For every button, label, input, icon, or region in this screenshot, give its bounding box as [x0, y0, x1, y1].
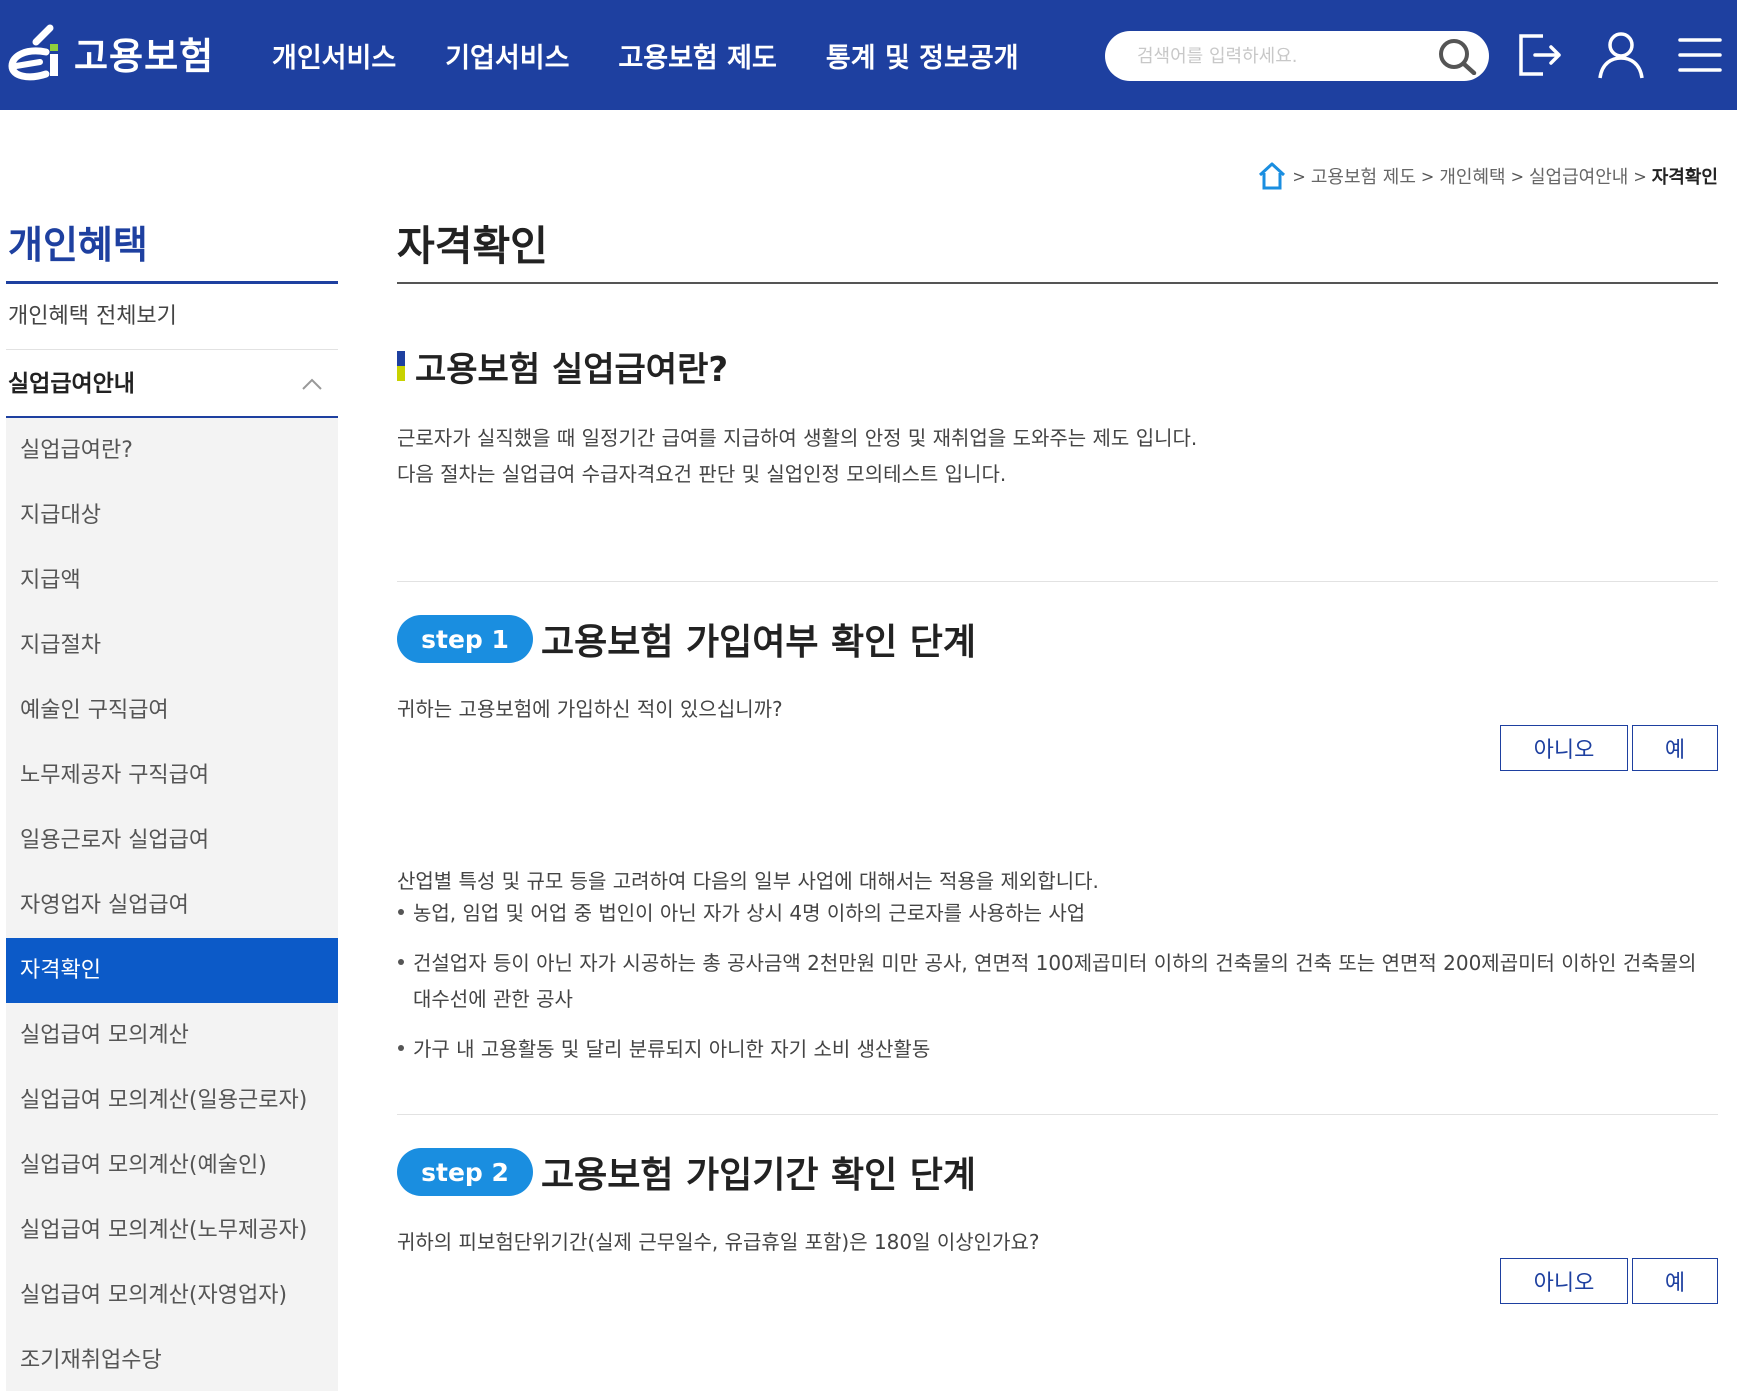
chevron-up-icon [302, 378, 322, 390]
step-1-question: 귀하는 고용보험에 가입하신 적이 있으십니까? [397, 697, 783, 721]
breadcrumb: > 고용보험 제도 > 개인혜택 > 실업급여안내 > 자격확인 [1257, 160, 1718, 192]
page-title: 자격확인 [397, 222, 548, 270]
step-2-no-button[interactable]: 아니오 [1500, 1258, 1628, 1304]
nav-personal-service[interactable]: 개인서비스 [272, 36, 396, 75]
intro-text: 다음 절차는 실업급여 수급자격요건 판단 및 실업인정 모의테스트 입니다. [397, 462, 1007, 486]
divider [397, 1114, 1718, 1115]
sidebar-item-procedure[interactable]: 지급절차 [6, 613, 338, 678]
step-2-yes-button[interactable]: 예 [1632, 1258, 1718, 1304]
section-title: 고용보험 실업급여란? [397, 344, 729, 390]
sidebar-group-unemployment[interactable]: 실업급여안내 [6, 350, 338, 418]
exclusion-note: 산업별 특성 및 규모 등을 고려하여 다음의 일부 사업에 대해서는 적용을 … [397, 869, 1099, 893]
breadcrumb-current: 자격확인 [1651, 167, 1718, 188]
divider [397, 282, 1718, 284]
search-input[interactable] [1137, 39, 1427, 73]
sidebar-item-what-is[interactable]: 실업급여란? [6, 418, 338, 483]
step-title: 고용보험 가입기간 확인 단계 [541, 1155, 977, 1196]
sidebar-item-daily-worker[interactable]: 일용근로자 실업급여 [6, 808, 338, 873]
breadcrumb-item[interactable]: 고용보험 제도 [1311, 163, 1416, 189]
site-logo[interactable]: 고용보험 [6, 18, 214, 88]
step-title: 고용보험 가입여부 확인 단계 [541, 622, 977, 663]
breadcrumb-item[interactable]: 개인혜택 [1439, 163, 1505, 189]
breadcrumb-item[interactable]: 실업급여안내 [1529, 163, 1628, 189]
sidebar-item-self-employed[interactable]: 자영업자 실업급여 [6, 873, 338, 938]
sidebar-item-early-reemployment[interactable]: 조기재취업수당 [6, 1328, 338, 1391]
step-1-yes-button[interactable]: 예 [1632, 725, 1718, 771]
step-2-heading: step 2 고용보험 가입기간 확인 단계 [397, 1148, 976, 1196]
sidebar-item-qualification[interactable]: 자격확인 [6, 938, 338, 1003]
sidebar-item-eligibility[interactable]: 지급대상 [6, 483, 338, 548]
exclusion-bullet: 농업, 임업 및 어업 중 법인이 아닌 자가 상시 4명 이하의 근로자를 사… [397, 895, 1718, 931]
home-icon[interactable] [1257, 161, 1287, 191]
nav-insurance-system[interactable]: 고용보험 제도 [618, 36, 776, 75]
logo-text: 고용보험 [74, 35, 215, 78]
user-icon[interactable] [1594, 28, 1648, 82]
sidebar-item-calc[interactable]: 실업급여 모의계산 [6, 1003, 338, 1068]
hamburger-menu-icon[interactable] [1674, 28, 1728, 82]
sidebar-item-artist[interactable]: 예술인 구직급여 [6, 678, 338, 743]
exclusion-bullet: 건설업자 등이 아닌 자가 시공하는 총 공사금액 2천만원 미만 공사, 연면… [397, 945, 1718, 1017]
nav-business-service[interactable]: 기업서비스 [445, 36, 569, 75]
sidebar-submenu: 실업급여란? 지급대상 지급액 지급절차 예술인 구직급여 노무제공자 구직급여… [6, 418, 338, 1391]
intro-text: 근로자가 실직했을 때 일정기간 급여를 지급하여 생활의 안정 및 재취업을 … [397, 426, 1198, 450]
sidebar-item-labor-provider[interactable]: 노무제공자 구직급여 [6, 743, 338, 808]
step-badge: step 2 [397, 1148, 533, 1196]
sidebar-item-calc-labor[interactable]: 실업급여 모의계산(노무제공자) [6, 1198, 338, 1263]
step-1-no-button[interactable]: 아니오 [1500, 725, 1628, 771]
sidebar-item-all[interactable]: 개인혜택 전체보기 [6, 284, 338, 350]
sidebar-item-calc-self[interactable]: 실업급여 모의계산(자영업자) [6, 1263, 338, 1328]
chevron-right-icon: > [1633, 166, 1647, 186]
sidebar-item-calc-artist[interactable]: 실업급여 모의계산(예술인) [6, 1133, 338, 1198]
exclusion-bullet: 가구 내 고용활동 및 달리 분류되지 아니한 자기 소비 생산활동 [397, 1031, 1718, 1067]
step-badge: step 1 [397, 615, 533, 663]
sidebar-group-label: 실업급여안내 [8, 371, 135, 397]
sidebar-title: 개인혜택 [6, 214, 338, 284]
search-icon[interactable] [1437, 37, 1477, 76]
logout-icon[interactable] [1513, 28, 1567, 82]
section-title-text: 고용보험 실업급여란? [415, 349, 729, 390]
main-nav: 개인서비스 기업서비스 고용보험 제도 통계 및 정보공개 [272, 0, 1068, 110]
search-box [1105, 31, 1489, 81]
top-header: 고용보험 개인서비스 기업서비스 고용보험 제도 통계 및 정보공개 [0, 0, 1737, 110]
sidebar-item-calc-daily[interactable]: 실업급여 모의계산(일용근로자) [6, 1068, 338, 1133]
chevron-right-icon: > [1420, 166, 1435, 186]
sidebar: 개인혜택 개인혜택 전체보기 실업급여안내 실업급여란? 지급대상 지급액 지급… [6, 214, 338, 1391]
logo-mark-icon [8, 24, 58, 81]
divider [397, 581, 1718, 582]
chevron-right-icon: > [1292, 166, 1306, 186]
step-1-heading: step 1 고용보험 가입여부 확인 단계 [397, 615, 976, 663]
section-bar-icon [397, 351, 405, 381]
chevron-right-icon: > [1510, 166, 1524, 186]
step-2-question: 귀하의 피보험단위기간(실제 근무일수, 유급휴일 포함)은 180일 이상인가… [397, 1230, 1040, 1254]
nav-statistics[interactable]: 통계 및 정보공개 [826, 36, 1019, 75]
sidebar-item-amount[interactable]: 지급액 [6, 548, 338, 613]
